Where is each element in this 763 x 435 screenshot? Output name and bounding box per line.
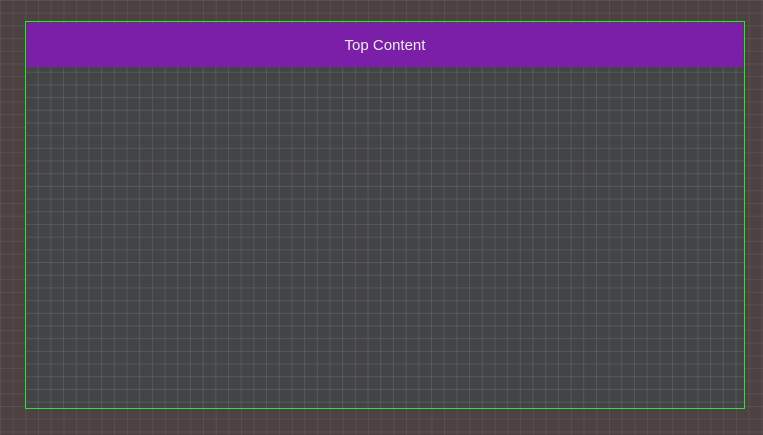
top-content-bar: Top Content (27, 23, 743, 67)
content-frame: Top Content (25, 21, 745, 409)
canvas-background: { "top_bar": { "label": "Top Content", "… (0, 0, 763, 435)
top-content-label: Top Content (344, 36, 426, 54)
